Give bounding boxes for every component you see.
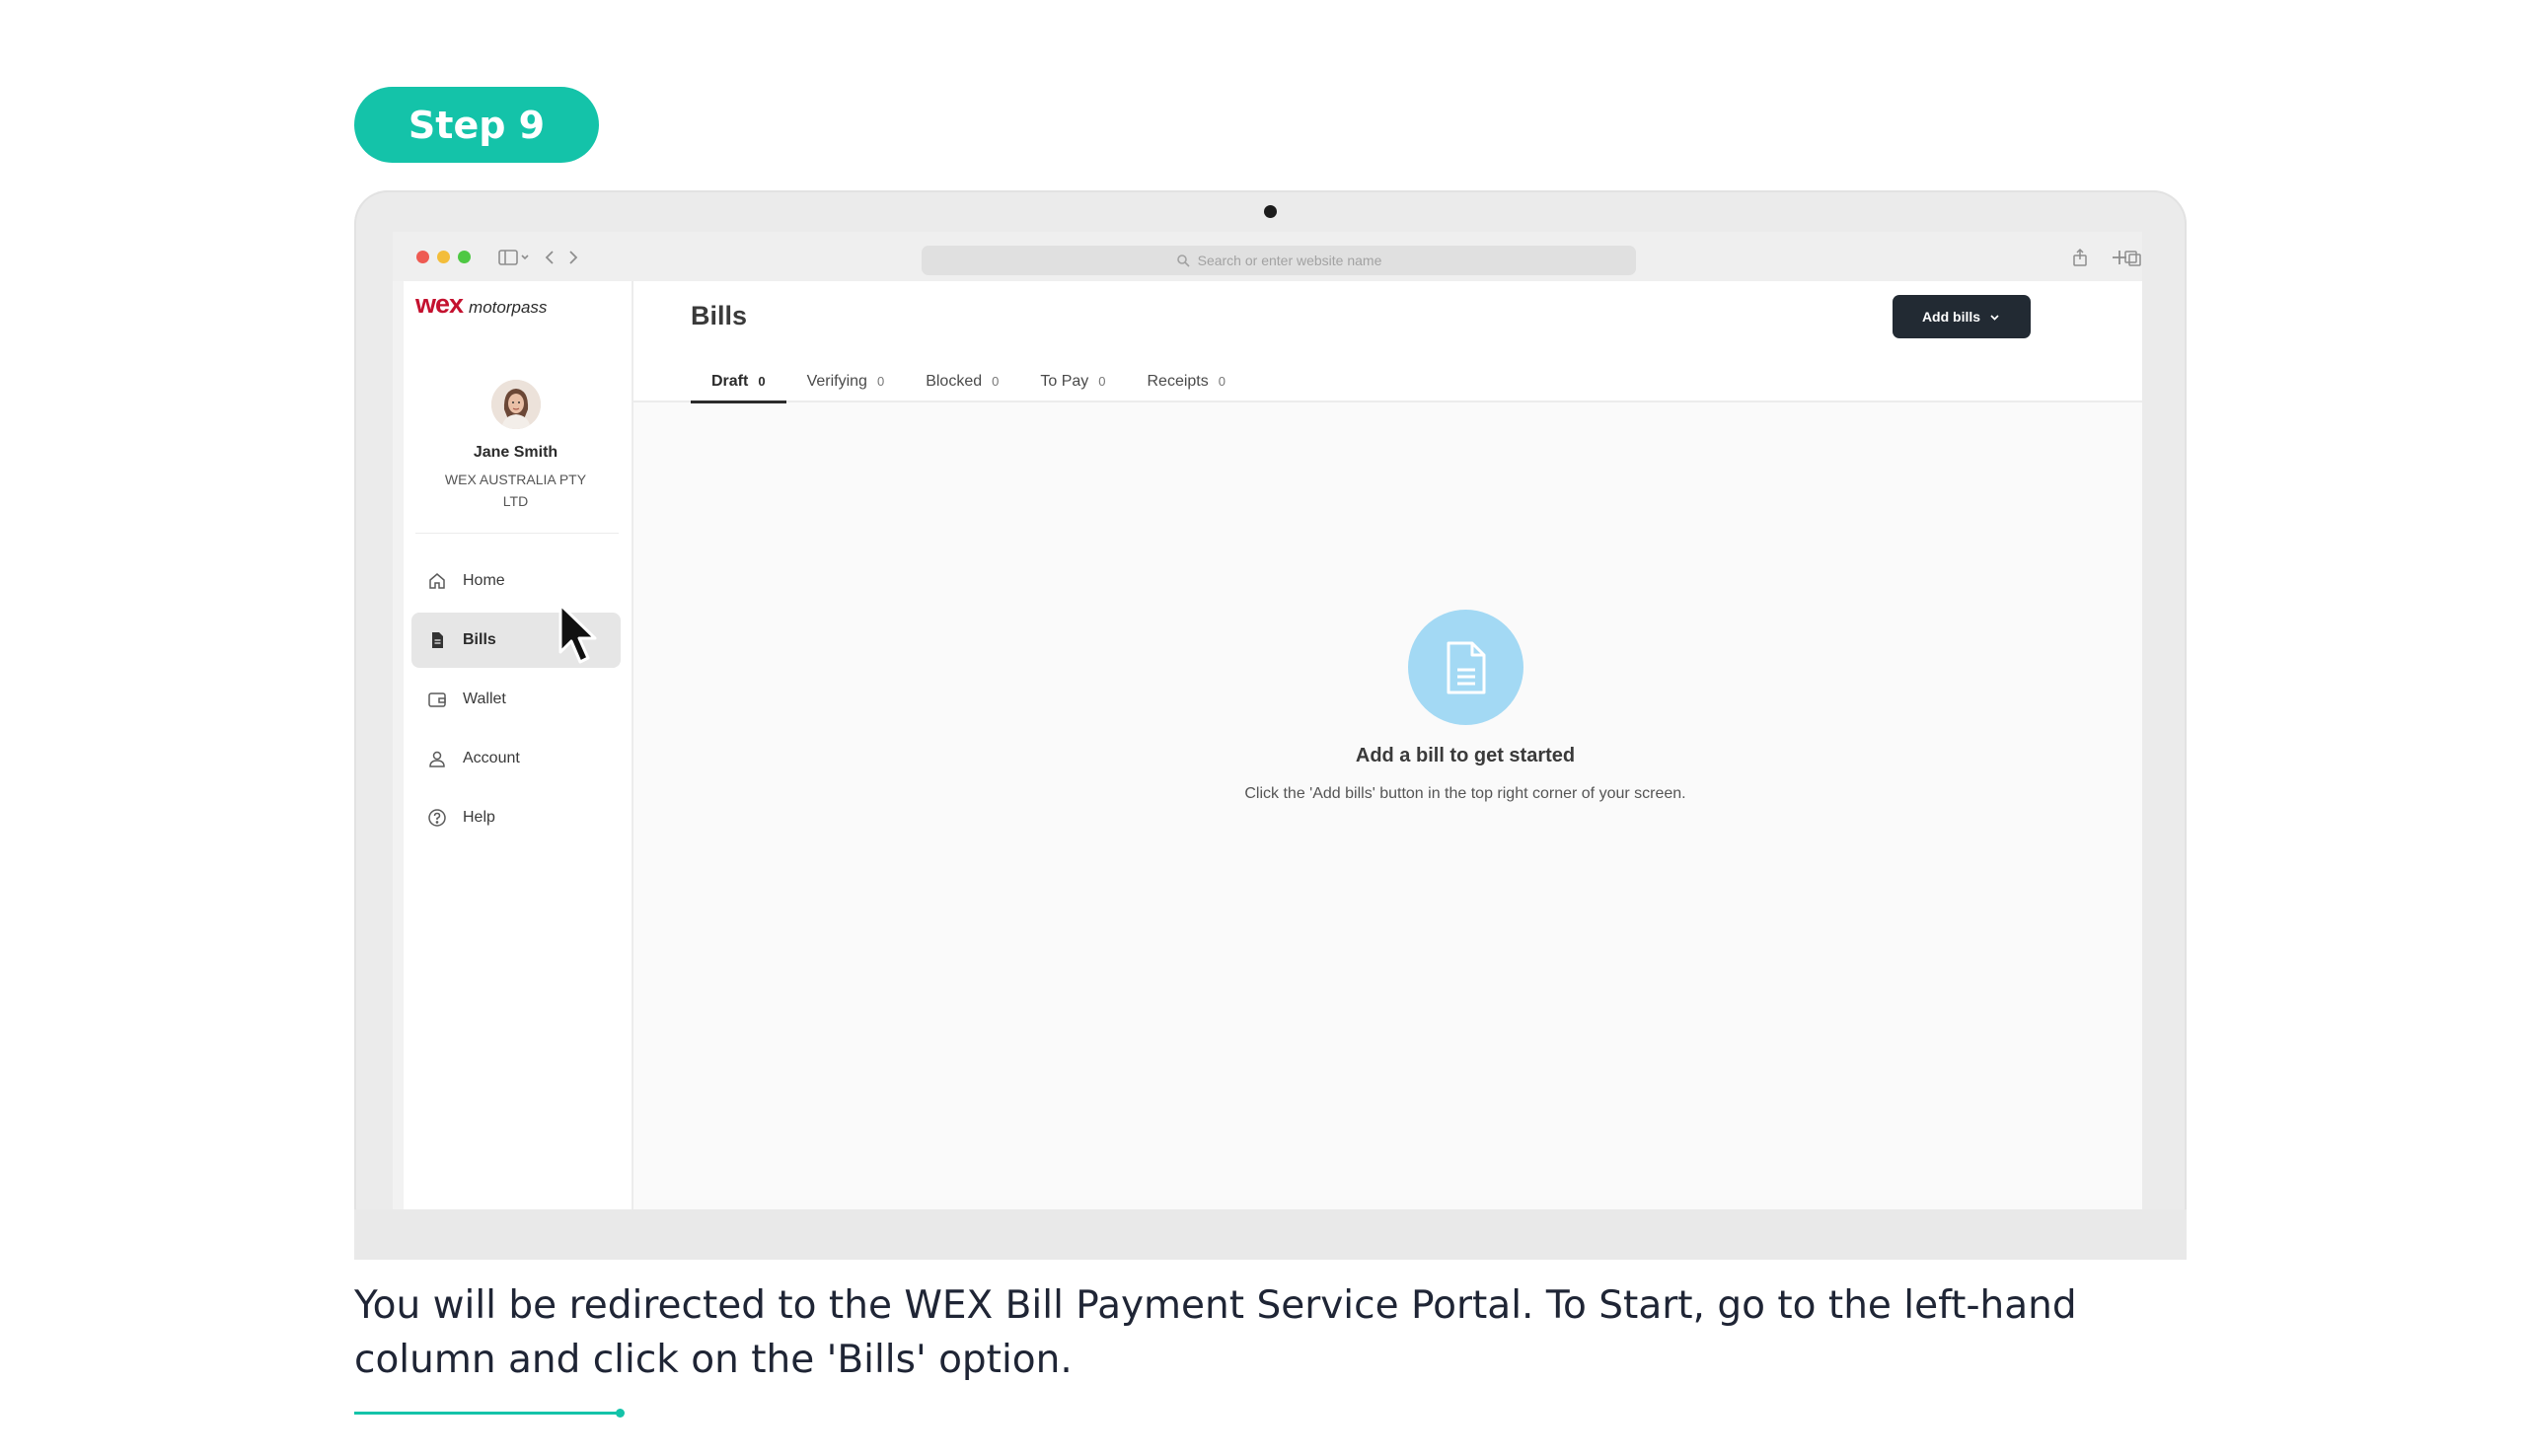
close-window-button[interactable]: [416, 251, 429, 263]
tab-count: 0: [876, 374, 885, 389]
laptop-frame: Search or enter website name wex motorpa…: [354, 190, 2187, 1260]
browser-window: Search or enter website name wex motorpa…: [393, 232, 2142, 1209]
document-icon: [432, 632, 443, 648]
step-badge: Step 9: [354, 87, 599, 163]
sidebar-item-label: Wallet: [463, 691, 506, 707]
sidebar-item-label: Bills: [463, 631, 496, 648]
web-page: wex motorpass Jane Smith WEX AUSTRALIA P…: [404, 281, 2142, 1209]
logo-product-text: motorpass: [469, 298, 548, 317]
user-company: WEX AUSTRALIA PTY LTD: [444, 472, 587, 509]
add-bills-button[interactable]: Add bills: [1893, 295, 2031, 338]
address-bar[interactable]: Search or enter website name: [922, 246, 1636, 275]
forward-arrow-icon[interactable]: [562, 247, 584, 268]
wex-motorpass-logo[interactable]: wex motorpass: [415, 289, 547, 320]
tab-label: To Pay: [1040, 372, 1089, 390]
tab-receipts[interactable]: Receipts 0: [1127, 360, 1246, 402]
empty-state-title: Add a bill to get started: [1355, 745, 1576, 766]
tab-overview-icon[interactable]: [2124, 247, 2142, 268]
logo-wex-text: wex: [415, 289, 464, 319]
sidebar-item-home[interactable]: Home: [411, 553, 621, 609]
sidebar-item-account[interactable]: Account: [411, 731, 621, 786]
sidebar-item-wallet[interactable]: Wallet: [411, 672, 621, 727]
tab-label: Blocked: [926, 372, 983, 390]
help-circle-icon: [428, 809, 446, 827]
tab-label: Verifying: [806, 372, 867, 390]
sidebar-item-help[interactable]: Help: [411, 790, 621, 845]
tab-label: Draft: [711, 372, 749, 390]
tab-count: 0: [1218, 374, 1226, 389]
add-bills-label: Add bills: [1921, 309, 1981, 325]
tab-to-pay[interactable]: To Pay 0: [1019, 360, 1126, 402]
maximize-window-button[interactable]: [458, 251, 471, 263]
share-icon[interactable]: [2069, 247, 2091, 268]
address-bar-placeholder: Search or enter website name: [1197, 253, 1382, 268]
tab-count: 0: [758, 374, 766, 389]
tab-verifying[interactable]: Verifying 0: [786, 360, 906, 402]
search-icon: [1176, 255, 1190, 267]
caption-underline-dot: [616, 1409, 625, 1418]
minimize-window-button[interactable]: [437, 251, 450, 263]
empty-state-description: Click the 'Add bills' button in the top …: [1244, 785, 1686, 802]
caption-underline: [354, 1412, 623, 1415]
sidebar-toggle-icon[interactable]: [497, 247, 519, 268]
user-icon: [429, 751, 445, 767]
tab-count: 0: [992, 374, 1000, 389]
empty-state-document-icon: [1408, 610, 1523, 725]
sidebar-item-label: Account: [463, 750, 520, 766]
bills-tabs: Draft 0 Verifying 0 Blocked 0 To Pay 0 R…: [691, 360, 1246, 403]
back-arrow-icon[interactable]: [539, 247, 560, 268]
page-title: Bills: [691, 301, 748, 330]
browser-titlebar: Search or enter website name: [393, 232, 2142, 281]
step-caption: You will be redirected to the WEX Bill P…: [354, 1283, 2077, 1382]
home-icon: [429, 573, 445, 589]
tab-blocked[interactable]: Blocked 0: [905, 360, 1019, 402]
chevron-down-icon: [1990, 314, 1999, 321]
camera-dot: [1264, 205, 1277, 218]
main-header: Bills Add bills Draft 0 Verifying 0 Bloc…: [633, 281, 2142, 403]
sidebar-item-label: Help: [463, 809, 495, 826]
user-name: Jane Smith: [473, 444, 558, 461]
tab-count: 0: [1098, 374, 1106, 389]
mouse-cursor-icon: [558, 603, 597, 664]
tab-label: Receipts: [1147, 372, 1209, 390]
avatar: [491, 380, 541, 429]
sidebar: wex motorpass Jane Smith WEX AUSTRALIA P…: [404, 281, 633, 1209]
sidebar-divider: [415, 533, 619, 534]
sidebar-item-label: Home: [463, 572, 505, 589]
laptop-bezel-bottom: [354, 1209, 2187, 1260]
wallet-icon: [428, 692, 446, 707]
chevron-down-icon[interactable]: [519, 247, 531, 268]
tab-draft[interactable]: Draft 0: [691, 360, 786, 403]
